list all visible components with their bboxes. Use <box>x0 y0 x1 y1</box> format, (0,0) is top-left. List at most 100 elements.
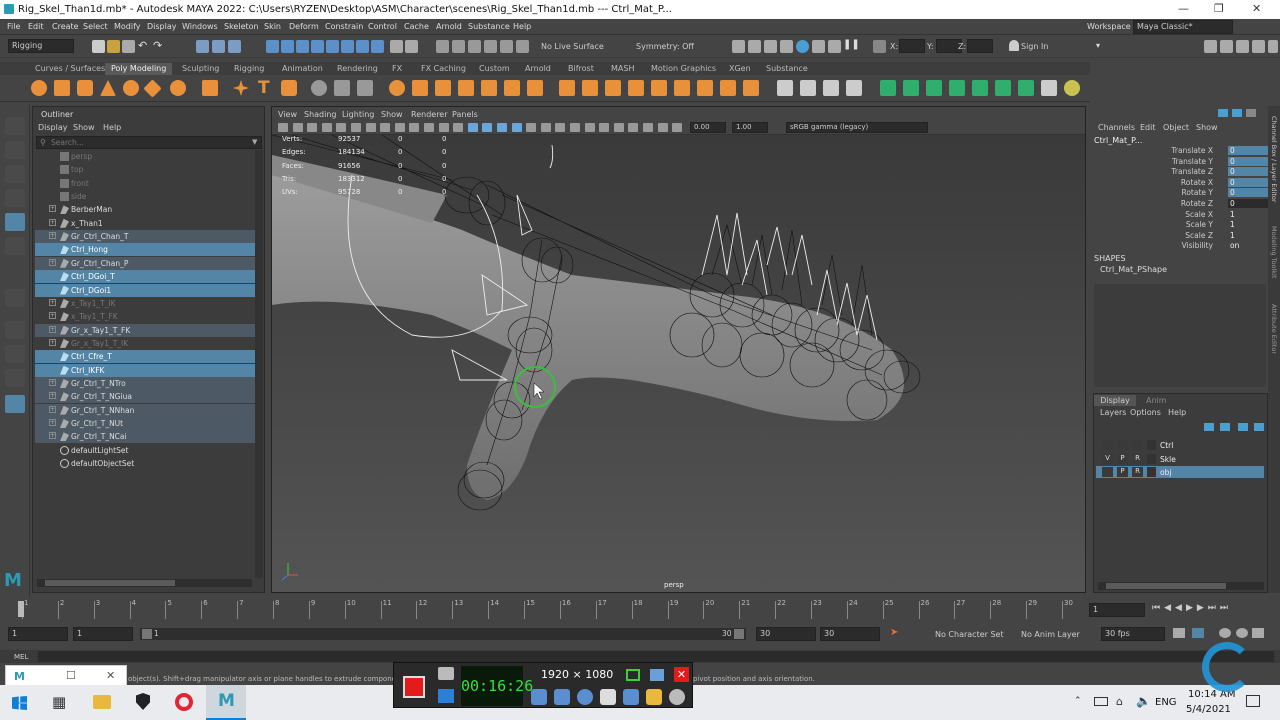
menu-file[interactable]: File <box>7 22 20 31</box>
field-chart-icon[interactable] <box>424 123 434 132</box>
2d-pan-icon[interactable] <box>336 123 347 132</box>
connect-icon[interactable] <box>743 80 759 96</box>
layer-tab-display[interactable]: Display <box>1094 395 1136 406</box>
select-object-icon[interactable] <box>212 40 225 53</box>
menu-constrain[interactable]: Constrain <box>325 22 363 31</box>
channel-menu-edit[interactable]: Edit <box>1140 123 1156 132</box>
svg-icon[interactable] <box>281 80 297 96</box>
channel-row[interactable]: Translate Y0 <box>1100 156 1276 167</box>
range-handle-start[interactable] <box>142 629 152 639</box>
merge-icon[interactable] <box>697 80 713 96</box>
snap-view-icon[interactable] <box>484 40 497 53</box>
fps-dropdown[interactable]: 30 fps <box>1101 627 1165 641</box>
shelf-tab-motion-graphics[interactable]: Motion Graphics <box>645 63 722 75</box>
outliner-item[interactable]: + Gr_Ctrl_Chan_P <box>35 256 257 270</box>
fill-hole-icon[interactable] <box>504 80 520 96</box>
bevel-icon[interactable] <box>605 80 621 96</box>
audio-icon[interactable] <box>1219 628 1231 638</box>
outliner-item[interactable]: top <box>35 163 257 176</box>
volume-icon[interactable]: 🔈 <box>1136 694 1151 708</box>
append-icon[interactable] <box>628 80 644 96</box>
playback-controls[interactable]: ⏮◀◀▶▶⏭⏭ <box>1152 603 1232 613</box>
floating-close-icon[interactable]: ✕ <box>106 669 115 682</box>
channel-name[interactable]: Visibility <box>1182 241 1213 250</box>
current-frame-field[interactable]: 1 <box>1089 603 1145 617</box>
webcam-icon[interactable] <box>577 689 593 705</box>
move-tool-icon[interactable] <box>5 189 25 207</box>
render-view-icon[interactable] <box>732 40 745 53</box>
motion-blur-icon[interactable] <box>570 123 580 132</box>
select-component-icon[interactable] <box>228 40 241 53</box>
layer-reference-toggle[interactable] <box>1132 440 1143 450</box>
shelf-tab-arnold[interactable]: Arnold <box>519 63 557 75</box>
separate-icon[interactable] <box>412 80 428 96</box>
shelf-tab-animation[interactable]: Animation <box>276 63 329 75</box>
menu-arnold[interactable]: Arnold <box>436 22 462 31</box>
layer-row[interactable]: V P R Skle <box>1096 453 1264 465</box>
channel-row[interactable]: Visibility on <box>1100 241 1265 251</box>
shelf-tab-custom[interactable]: Custom <box>473 63 516 75</box>
rotate-tool-icon[interactable] <box>5 213 25 231</box>
uv-editor-icon[interactable] <box>880 80 896 96</box>
layer-tab-anim[interactable]: Anim <box>1146 396 1167 405</box>
layer-visibility-toggle[interactable]: V <box>1102 453 1113 464</box>
tray-expand-icon[interactable]: ⌃ <box>1074 696 1082 706</box>
exposure-icon[interactable] <box>657 123 668 132</box>
layout-four-icon[interactable] <box>5 345 25 363</box>
cylindrical-map-icon[interactable] <box>926 80 942 96</box>
snap-surface-icon[interactable] <box>500 40 513 53</box>
x-field[interactable] <box>899 39 925 53</box>
planar-map-icon[interactable] <box>903 80 919 96</box>
snap-point-icon[interactable] <box>468 40 481 53</box>
channel-name[interactable]: Translate X <box>1171 146 1213 155</box>
layer-scrollbar[interactable] <box>1098 582 1264 590</box>
loop-icon[interactable] <box>1173 628 1185 638</box>
range-bar[interactable]: 1 30 <box>140 628 746 640</box>
viewport-scene[interactable] <box>272 135 1085 592</box>
channel-row[interactable]: Rotate Z0 <box>1100 199 1276 209</box>
outliner-menu-show[interactable]: Show <box>73 123 95 132</box>
shelf-tab-substance[interactable]: Substance <box>760 63 814 75</box>
layer-color-swatch[interactable] <box>1147 453 1156 464</box>
outliner-scrollbar-v[interactable] <box>255 150 263 578</box>
record-stop-button[interactable] <box>403 676 425 698</box>
poke-icon[interactable] <box>651 80 667 96</box>
command-input[interactable] <box>38 651 1274 662</box>
outliner-item[interactable]: defaultObjectSet <box>35 457 257 470</box>
task-view-icon[interactable]: ▦ <box>52 693 66 711</box>
wedge-icon[interactable] <box>674 80 690 96</box>
hypershade-icon[interactable] <box>796 40 809 53</box>
outliner-item[interactable]: front <box>35 177 257 190</box>
outliner-item[interactable]: side <box>35 190 257 203</box>
shelf-tab-curves-surfaces[interactable]: Curves / Surfaces <box>29 63 111 75</box>
menu-skeleton[interactable]: Skeleton <box>224 22 259 31</box>
expand-toggle-icon[interactable]: + <box>49 218 56 226</box>
range-handle-end[interactable] <box>734 629 744 639</box>
outliner-scroll-thumb[interactable] <box>45 580 175 586</box>
shadows-icon[interactable] <box>540 123 551 132</box>
viewport-menu-lighting[interactable]: Lighting <box>342 110 374 119</box>
mask-icon-5[interactable] <box>326 40 339 53</box>
menu-create[interactable]: Create <box>52 22 79 31</box>
safe-action-icon[interactable] <box>438 123 449 132</box>
shelf-tab-bifrost[interactable]: Bifrost <box>562 63 600 75</box>
channel-row[interactable]: Translate Z0 <box>1100 167 1276 177</box>
channel-row[interactable]: Scale Y1 <box>1100 220 1265 230</box>
spherical-map-icon[interactable] <box>949 80 965 96</box>
channel-name[interactable]: Scale X <box>1185 210 1213 219</box>
workspace-dropdown[interactable]: Maya Classic* <box>1133 20 1233 34</box>
menu-modify[interactable]: Modify <box>114 22 141 31</box>
combine-icon[interactable] <box>389 80 405 96</box>
language-indicator[interactable]: ENG <box>1155 697 1177 708</box>
scale-tool-icon[interactable] <box>5 237 25 255</box>
boolean-icon[interactable] <box>458 80 474 96</box>
outliner-item[interactable]: + Gr_x_Tay1_T_IK <box>35 337 257 350</box>
channel-pin-icon[interactable] <box>1218 109 1228 117</box>
outliner-item[interactable]: defaultLightSet <box>35 444 257 457</box>
extrude-icon[interactable] <box>559 80 575 96</box>
mask-icon-1[interactable] <box>266 40 279 53</box>
search-options-icon[interactable]: ▼ <box>252 138 257 146</box>
gamma-icon[interactable] <box>672 123 683 132</box>
outliner-item[interactable]: + BerberMan <box>35 203 257 216</box>
expand-toggle-icon[interactable]: + <box>49 312 56 320</box>
